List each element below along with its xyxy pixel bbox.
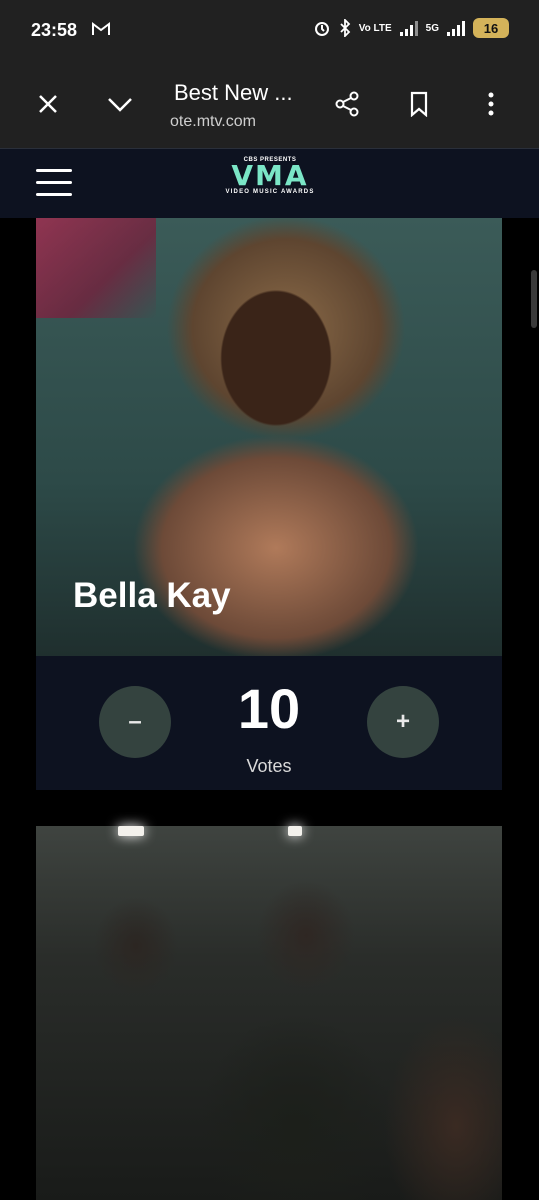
minimize-button[interactable] <box>100 84 140 124</box>
increase-vote-button[interactable]: + <box>367 686 439 758</box>
nominee-card: Bella Kay – 10 Votes + <box>36 218 502 790</box>
bookmark-button[interactable] <box>399 84 439 124</box>
battery-icon: 16 <box>473 18 509 38</box>
ceiling-light <box>118 826 144 836</box>
close-tab-button[interactable] <box>28 84 68 124</box>
chevron-down-icon <box>108 98 132 112</box>
bookmark-icon <box>410 91 428 117</box>
status-icons: Vo LTE 5G 16 <box>313 18 509 38</box>
vma-logo[interactable]: CBS PRESENTS VMA VIDEO MUSIC AWARDS <box>208 157 332 213</box>
scrollbar[interactable] <box>531 270 537 328</box>
share-icon <box>335 91 359 117</box>
page-url[interactable]: ote.mtv.com <box>170 113 256 131</box>
more-vert-icon <box>488 92 494 116</box>
network-label: 5G <box>425 22 439 34</box>
nominee-list[interactable]: Bella Kay – 10 Votes + <box>0 218 539 1200</box>
ceiling-light <box>288 826 302 836</box>
share-button[interactable] <box>327 84 367 124</box>
vote-controls: – 10 Votes + <box>36 656 502 790</box>
signal-icon <box>399 20 418 36</box>
nominee-card-next <box>36 826 502 1200</box>
alarm-icon <box>314 22 329 36</box>
browser-toolbar: Best New ... ote.mtv.com <box>0 62 539 148</box>
site-header: CBS PRESENTS VMA VIDEO MUSIC AWARDS <box>0 148 539 218</box>
volte-label: Vo LTE <box>358 22 392 34</box>
status-bar: 23:58 Vo LTE 5G 16 <box>0 0 539 62</box>
graffiti-decoration <box>36 218 156 318</box>
page-title[interactable]: Best New ... <box>174 80 293 106</box>
logo-vma: VMA <box>231 159 309 192</box>
bluetooth-icon <box>340 19 350 37</box>
logo-subtitle: VIDEO MUSIC AWARDS <box>225 189 315 195</box>
signal-icon-2 <box>447 20 465 36</box>
status-time: 23:58 <box>31 20 78 40</box>
hamburger-menu-icon[interactable] <box>36 169 72 197</box>
votes-label: Votes <box>246 756 292 776</box>
close-icon <box>39 95 57 113</box>
more-menu-button[interactable] <box>471 84 511 124</box>
gmail-icon <box>92 22 110 41</box>
nominee-photo: Bella Kay <box>36 218 502 656</box>
nominee-name: Bella Kay <box>73 576 231 615</box>
